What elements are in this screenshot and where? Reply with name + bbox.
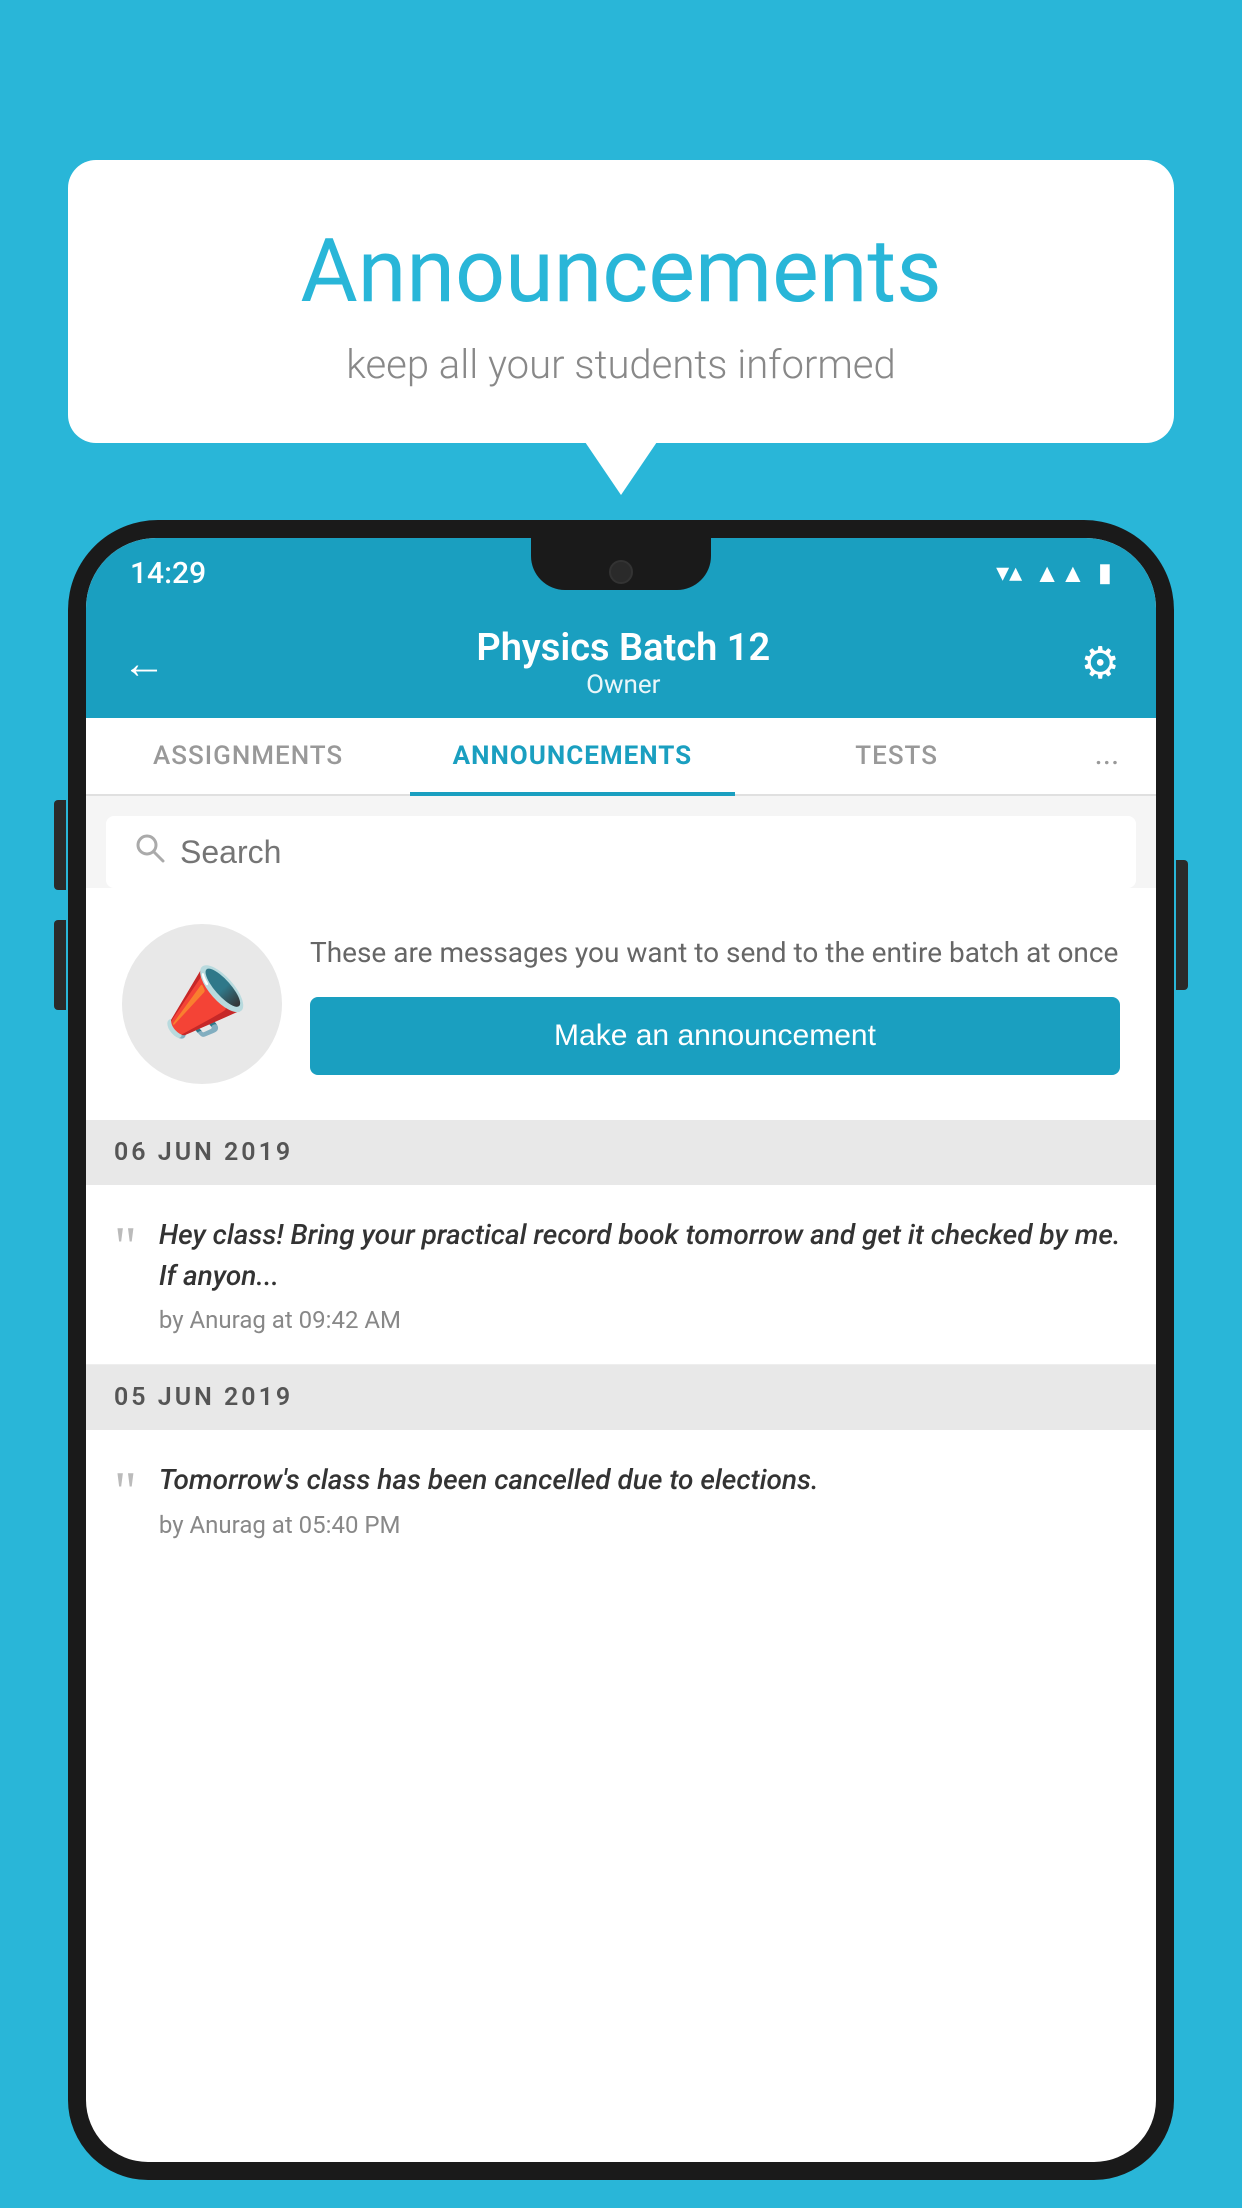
date-separator-1: 06 JUN 2019 [86,1120,1156,1185]
search-icon [134,831,166,873]
announcement-item-1: " Hey class! Bring your practical record… [86,1185,1156,1365]
speech-bubble: Announcements keep all your students inf… [68,160,1174,443]
date-separator-2: 05 JUN 2019 [86,1365,1156,1430]
phone-button-volume-up [54,800,66,890]
announcement-content-2: Tomorrow's class has been cancelled due … [159,1460,819,1539]
tab-tests[interactable]: TESTS [735,718,1059,794]
announcement-meta-1: by Anurag at 09:42 AM [159,1306,1128,1334]
announcement-text-2: Tomorrow's class has been cancelled due … [159,1460,819,1501]
announcement-icon-circle: 📣 [122,924,282,1084]
bubble-subtitle: keep all your students informed [118,341,1124,388]
prompt-description: These are messages you want to send to t… [310,933,1120,972]
wifi-icon: ▾▴ [996,558,1022,588]
announcement-content-1: Hey class! Bring your practical record b… [159,1215,1128,1334]
tab-announcements[interactable]: ANNOUNCEMENTS [410,718,734,794]
phone-outer: 14:29 ▾▴ ▲▲ ▮ ← Physics Batch 12 Owner ⚙ [68,520,1174,2180]
prompt-right: These are messages you want to send to t… [310,933,1120,1074]
announcement-text-1: Hey class! Bring your practical record b… [159,1215,1128,1296]
phone-camera [609,560,633,584]
announcement-prompt: 📣 These are messages you want to send to… [86,888,1156,1120]
status-time: 14:29 [130,556,206,591]
bubble-title: Announcements [118,220,1124,323]
tab-assignments[interactable]: ASSIGNMENTS [86,718,410,794]
megaphone-icon: 📣 [145,949,258,1060]
settings-icon[interactable]: ⚙ [1081,637,1120,689]
announcement-meta-2: by Anurag at 05:40 PM [159,1511,819,1539]
status-icons: ▾▴ ▲▲ ▮ [996,558,1112,589]
battery-icon: ▮ [1098,558,1112,588]
phone-mockup: 14:29 ▾▴ ▲▲ ▮ ← Physics Batch 12 Owner ⚙ [68,520,1174,2208]
make-announcement-button[interactable]: Make an announcement [310,997,1120,1075]
tab-more[interactable]: ... [1059,718,1156,794]
tabs: ASSIGNMENTS ANNOUNCEMENTS TESTS ... [86,718,1156,796]
phone-notch [531,538,711,590]
speech-bubble-container: Announcements keep all your students inf… [68,160,1174,443]
content-area: 📣 These are messages you want to send to… [86,796,1156,1569]
phone-screen: 14:29 ▾▴ ▲▲ ▮ ← Physics Batch 12 Owner ⚙ [86,538,1156,2162]
phone-button-power [1176,860,1188,990]
batch-role: Owner [476,670,770,700]
batch-title: Physics Batch 12 [476,626,770,670]
signal-icon: ▲▲ [1034,558,1085,589]
app-header: ← Physics Batch 12 Owner ⚙ [86,608,1156,718]
search-input[interactable] [180,834,1108,871]
phone-button-volume-down [54,920,66,1010]
header-title-area: Physics Batch 12 Owner [476,626,770,700]
back-button[interactable]: ← [122,637,166,689]
quote-icon-1: " [114,1219,137,1275]
search-bar [106,816,1136,888]
quote-icon-2: " [114,1464,137,1520]
announcement-item-2: " Tomorrow's class has been cancelled du… [86,1430,1156,1569]
